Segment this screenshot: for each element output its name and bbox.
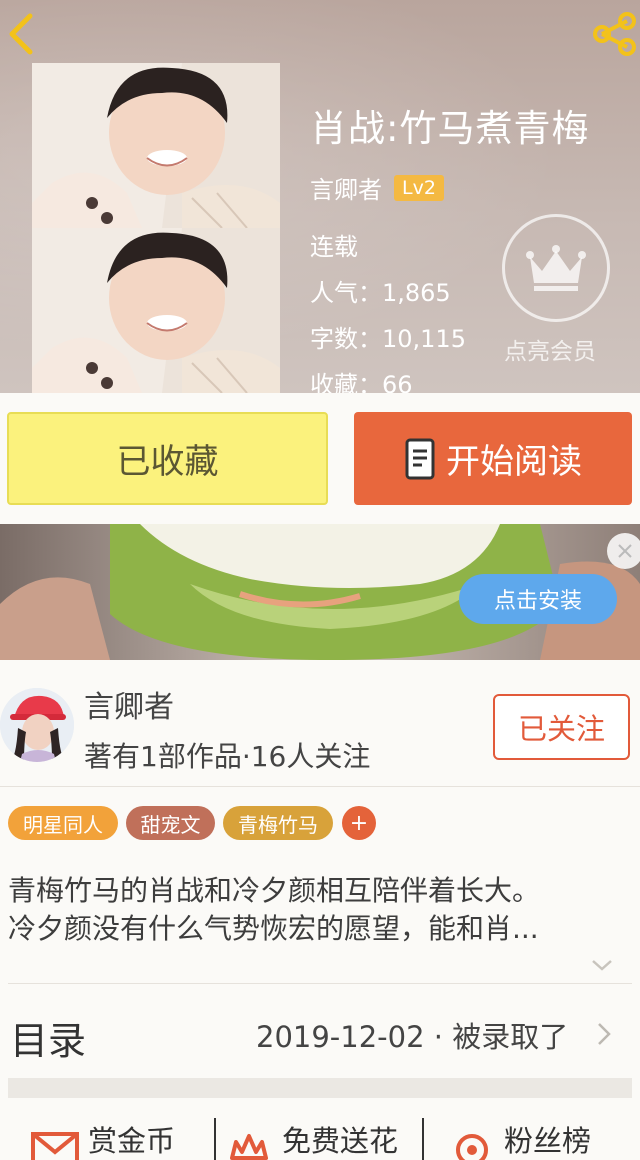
book-cover[interactable] <box>32 63 280 393</box>
install-button[interactable]: 点击安装 <box>459 574 617 624</box>
favorites-count: 收藏：66 <box>310 371 413 393</box>
ad-close-button[interactable] <box>607 533 640 569</box>
send-flowers-button[interactable]: 免费送花 <box>228 1118 398 1160</box>
flower-icon <box>230 1134 268 1160</box>
start-reading-button[interactable]: 开始阅读 <box>354 412 632 505</box>
collected-button[interactable]: 已收藏 <box>7 412 328 505</box>
synopsis-line-2: 冷夕颜没有什么气势恢宏的愿望，能和肖... <box>8 912 539 945</box>
back-arrow-icon[interactable] <box>2 10 42 58</box>
add-tag-button[interactable]: + <box>342 806 376 840</box>
chevron-down-icon[interactable] <box>590 955 614 975</box>
share-icon[interactable] <box>592 12 638 56</box>
cover-photo-bottom <box>32 228 280 393</box>
tag-star-fanfic[interactable]: 明星同人 <box>8 806 118 840</box>
cover-photo-top <box>32 63 280 228</box>
author-card-stats: 著有1部作品·16人关注 <box>84 740 371 773</box>
book-icon <box>405 438 435 479</box>
vip-label: 点亮会员 <box>504 339 596 365</box>
toc-latest-chapter[interactable]: 2019-12-02 · 被录取了 <box>256 1014 568 1056</box>
author-card-name[interactable]: 言卿者 <box>84 682 174 726</box>
synopsis-line-1: 青梅竹马的肖战和冷夕颜相互陪伴着长大。 <box>8 874 541 907</box>
popularity-count: 人气：1,865 <box>310 279 451 307</box>
word-count: 字数：10,115 <box>310 325 466 353</box>
serial-status: 连载 <box>310 233 358 261</box>
close-icon <box>618 544 632 558</box>
envelope-icon <box>31 1132 79 1160</box>
reward-coins-button[interactable]: 赏金币 <box>30 1118 175 1160</box>
crown-icon <box>526 245 586 291</box>
level-badge: Lv2 <box>394 174 444 201</box>
author-name[interactable]: 言卿者 <box>310 170 382 205</box>
follow-button[interactable]: 已关注 <box>493 694 630 760</box>
reward-coins-label: 赏金币 <box>88 1124 176 1158</box>
tag-sweet-romance[interactable]: 甜宠文 <box>126 806 215 840</box>
collected-label: 已收藏 <box>116 442 219 482</box>
section-spacer <box>8 1078 632 1098</box>
follow-label: 已关注 <box>517 712 605 746</box>
author-avatar[interactable] <box>0 688 74 762</box>
tag-childhood-sweethearts[interactable]: 青梅竹马 <box>223 806 333 840</box>
book-header: 肖战:竹马煮青梅 言卿者 Lv2 连载 人气：1,865 字数：10,115 收… <box>0 0 640 393</box>
book-title: 肖战:竹马煮青梅 <box>310 107 590 150</box>
divider <box>8 983 632 984</box>
chevron-right-icon[interactable] <box>596 1021 612 1047</box>
install-label: 点击安装 <box>493 589 582 614</box>
vip-button[interactable] <box>502 214 610 322</box>
fan-ranking-button[interactable]: 粉丝榜 <box>452 1118 591 1160</box>
separator <box>214 1118 216 1160</box>
divider <box>0 786 640 787</box>
toc-title[interactable]: 目录 <box>10 1010 86 1065</box>
author-row[interactable]: 言卿者 Lv2 <box>310 170 444 205</box>
synopsis[interactable]: 青梅竹马的肖战和冷夕颜相互陪伴着长大。 冷夕颜没有什么气势恢宏的愿望，能和肖..… <box>8 872 618 948</box>
fan-ranking-label: 粉丝榜 <box>504 1124 592 1158</box>
separator <box>422 1118 424 1160</box>
book-detail-page: 肖战:竹马煮青梅 言卿者 Lv2 连载 人气：1,865 字数：10,115 收… <box>0 0 640 1160</box>
ranking-icon <box>456 1134 488 1160</box>
start-reading-label: 开始阅读 <box>446 442 582 482</box>
send-flowers-label: 免费送花 <box>282 1124 399 1158</box>
